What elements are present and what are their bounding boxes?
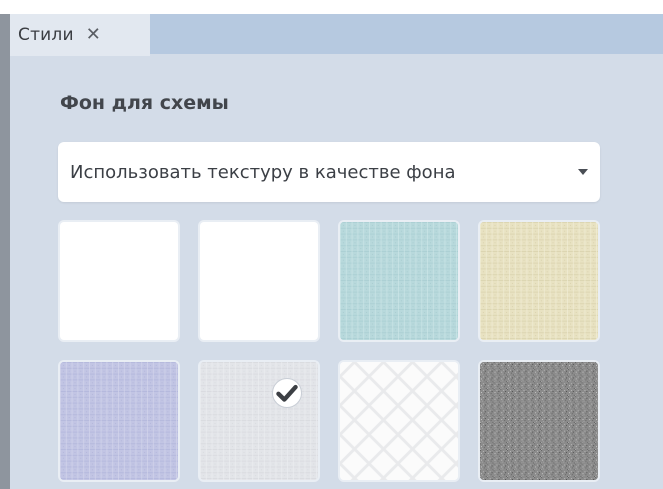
styles-panel-window: Стили ✕ Фон для схемы Использовать текст…: [0, 0, 663, 489]
linen-texture: [340, 222, 458, 340]
linen-texture: [480, 222, 598, 340]
chevron-down-icon: [578, 169, 588, 175]
texture-swatch-white-1[interactable]: [58, 220, 180, 342]
window-left-frame: [0, 14, 10, 489]
texture-swatch-white-2[interactable]: [198, 220, 320, 342]
linen-texture: [60, 362, 178, 480]
diamond-texture: [340, 362, 458, 480]
texture-swatch-cream[interactable]: [478, 220, 600, 342]
texture-swatch-dark-gray-noise[interactable]: [478, 360, 600, 482]
checkmark-icon: [276, 384, 298, 402]
texture-swatch-white-diamond[interactable]: [338, 360, 460, 482]
tab-styles-label: Стили: [18, 25, 74, 45]
tab-styles[interactable]: Стили ✕: [10, 14, 150, 56]
texture-swatch-light-teal[interactable]: [338, 220, 460, 342]
window-top-frame: [0, 0, 663, 14]
section-title: Фон для схемы: [60, 92, 229, 114]
texture-swatch-light-gray[interactable]: [198, 360, 320, 482]
selected-check-badge: [272, 378, 302, 408]
texture-swatch-lavender[interactable]: [58, 360, 180, 482]
background-mode-select[interactable]: Использовать текстуру в качестве фона: [58, 142, 600, 202]
background-mode-value: Использовать текстуру в качестве фона: [70, 161, 456, 183]
noise-texture: [480, 362, 598, 480]
close-icon[interactable]: ✕: [86, 26, 101, 44]
